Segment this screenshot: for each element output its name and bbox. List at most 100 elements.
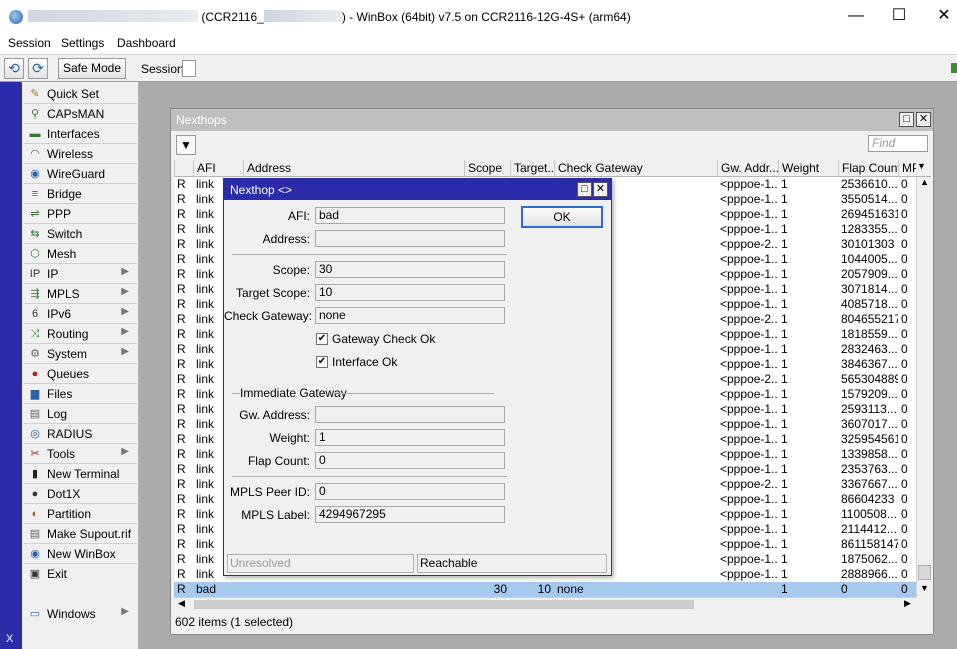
afi-field[interactable]: bad	[315, 207, 505, 224]
scroll-down-icon[interactable]: ▼	[920, 583, 929, 593]
cell-flags: R	[177, 192, 186, 206]
check-gateway-field[interactable]: none	[315, 307, 505, 324]
sidebar-item-dot1x[interactable]: ● Dot1X	[22, 484, 139, 504]
sidebar-item-routing[interactable]: ⤨ Routing ▶	[22, 324, 139, 344]
sidebar-item-switch[interactable]: ⇆ Switch	[22, 224, 139, 244]
scroll-right-icon[interactable]: ▶	[904, 598, 911, 609]
maximize-icon[interactable]: □	[577, 182, 592, 197]
sidebar-item-ip[interactable]: IP IP ▶	[22, 264, 139, 284]
sidebar-item-log[interactable]: ▤ Log	[22, 404, 139, 424]
scroll-thumb[interactable]	[918, 565, 931, 580]
scroll-left-icon[interactable]: ◀	[178, 598, 185, 609]
column-header[interactable]: Weight	[778, 160, 838, 177]
menu-dashboard[interactable]: Dashboard	[117, 36, 176, 50]
sidebar-item-queues[interactable]: ● Queues	[22, 364, 139, 384]
menu-session[interactable]: Session	[8, 36, 51, 50]
menu-settings[interactable]: Settings	[61, 36, 104, 50]
filter-icon[interactable]: ▼	[176, 135, 196, 155]
column-header[interactable]: Gw. Addr...	[717, 160, 778, 177]
address-field[interactable]	[315, 230, 505, 247]
cell-flap-count: 0	[841, 582, 848, 596]
cell-afi: bad	[196, 582, 217, 596]
cell-flags: R	[177, 387, 186, 401]
cell-gw-address: <pppoe-1...	[720, 177, 778, 191]
nexthops-titlebar[interactable]: Nexthops □ ✕	[171, 109, 933, 131]
scope-label: Scope:	[272, 263, 310, 277]
sidebar-item-label: Switch	[47, 227, 83, 241]
column-header-flags[interactable]	[174, 160, 193, 177]
undo-button[interactable]: ⟲	[4, 58, 24, 79]
menu-bar: Session Settings Dashboard	[0, 32, 957, 54]
sidebar-item-interfaces[interactable]: ▬ Interfaces	[22, 124, 139, 144]
cell-flap-count: 3550514...	[841, 192, 898, 206]
cell-gw-address: <pppoe-2...	[720, 372, 778, 386]
column-header[interactable]: MP	[898, 160, 916, 177]
scroll-up-icon[interactable]: ▲	[920, 177, 929, 187]
sidebar-item-capsman[interactable]: ⚲ CAPsMAN	[22, 104, 139, 124]
dialog-titlebar[interactable]: Nexthop <> □ ✕	[224, 179, 611, 200]
target-scope-field[interactable]: 10	[315, 284, 505, 301]
table-row-selected[interactable]: Rbad 30 10 none 1 0 0	[174, 582, 916, 597]
sidebar-item-quick-set[interactable]: ✎ Quick Set	[22, 84, 139, 104]
weight-field[interactable]: 1	[315, 429, 505, 446]
sidebar-item-ipv6[interactable]: 6 IPv6 ▶	[22, 304, 139, 324]
sidebar-item-label: New Terminal	[47, 467, 120, 481]
column-header[interactable]: Check Gateway	[554, 160, 717, 177]
find-input[interactable]: Find	[868, 135, 928, 152]
sidebar-item-label: Dot1X	[47, 487, 81, 501]
horizontal-scrollbar[interactable]: ◀ ▶	[174, 597, 916, 611]
cell-weight: 1	[781, 267, 788, 281]
immediate-gateway-heading: Immediate Gateway	[240, 386, 347, 400]
column-header[interactable]: AFI	[193, 160, 243, 177]
sidebar-item-radius[interactable]: ◎ RADIUS	[22, 424, 139, 444]
sidebar-item-bridge[interactable]: ≡ Bridge	[22, 184, 139, 204]
columns-dropdown-icon[interactable]: ▼	[917, 161, 926, 171]
afi-label: AFI:	[287, 209, 310, 223]
close-button[interactable]: ✕	[932, 6, 956, 26]
sidebar-item-mpls[interactable]: ⇶ MPLS ▶	[22, 284, 139, 304]
sidebar-item-system[interactable]: ⚙ System ▶	[22, 344, 139, 364]
cell-gw-address: <pppoe-1...	[720, 207, 778, 221]
mpls-label-field[interactable]: 4294967295	[315, 506, 505, 523]
close-icon[interactable]: ✕	[916, 112, 931, 127]
sidebar-item-label: PPP	[47, 207, 72, 221]
sidebar-item-new-terminal[interactable]: ▮ New Terminal	[22, 464, 139, 484]
ok-button[interactable]: OK	[521, 206, 603, 228]
minimize-button[interactable]: —	[844, 6, 868, 26]
sidebar-item-mesh[interactable]: ⬡ Mesh	[22, 244, 139, 264]
column-header[interactable]: Flap Count	[838, 160, 898, 177]
sidebar-item-make-supout-rif[interactable]: ▤ Make Supout.rif	[22, 524, 139, 544]
sidebar-item-exit[interactable]: ▣ Exit	[22, 564, 139, 584]
sidebar-item-tools[interactable]: ✂ Tools ▶	[22, 444, 139, 464]
divider	[232, 254, 507, 255]
gw-address-field[interactable]	[315, 406, 505, 423]
cell-flags: R	[177, 357, 186, 371]
hscroll-thumb[interactable]	[194, 600, 694, 609]
sidebar-item-windows[interactable]: ▭ Windows ▶	[22, 604, 139, 624]
sidebar-item-new-winbox[interactable]: ◉ New WinBox	[22, 544, 139, 564]
sidebar-item-wireless[interactable]: ◠ Wireless	[22, 144, 139, 164]
maximize-button[interactable]: ☐	[887, 6, 911, 26]
scope-field[interactable]: 30	[315, 261, 505, 278]
close-icon[interactable]: ✕	[593, 182, 608, 197]
sidebar-item-wireguard[interactable]: ◉ WireGuard	[22, 164, 139, 184]
column-header[interactable]: Address	[243, 160, 464, 177]
cell-flags: R	[177, 462, 186, 476]
sidebar-item-files[interactable]: ▆ Files	[22, 384, 139, 404]
side-strip-label: X	[6, 633, 14, 645]
mpls-peer-id-field[interactable]: 0	[315, 483, 505, 500]
sidebar-item-ppp[interactable]: ⇌ PPP	[22, 204, 139, 224]
cell-flap-count: 2888966...	[841, 567, 898, 581]
column-header[interactable]: Target...	[510, 160, 554, 177]
cell-weight: 1	[781, 252, 788, 266]
column-header[interactable]: Scope	[464, 160, 510, 177]
flap-count-field[interactable]: 0	[315, 452, 505, 469]
maximize-icon[interactable]: □	[899, 112, 914, 127]
log-icon: ▤	[29, 408, 41, 420]
sidebar-item-partition[interactable]: ◐ Partition	[22, 504, 139, 524]
safe-mode-button[interactable]: Safe Mode	[58, 58, 126, 79]
cell-flags: R	[177, 297, 186, 311]
vertical-scrollbar[interactable]: ▲ ▼	[916, 177, 931, 597]
redo-button[interactable]: ⟳	[28, 58, 48, 79]
table-header: AFI Address Scope Target... Check Gateway Gw.…	[174, 160, 931, 177]
